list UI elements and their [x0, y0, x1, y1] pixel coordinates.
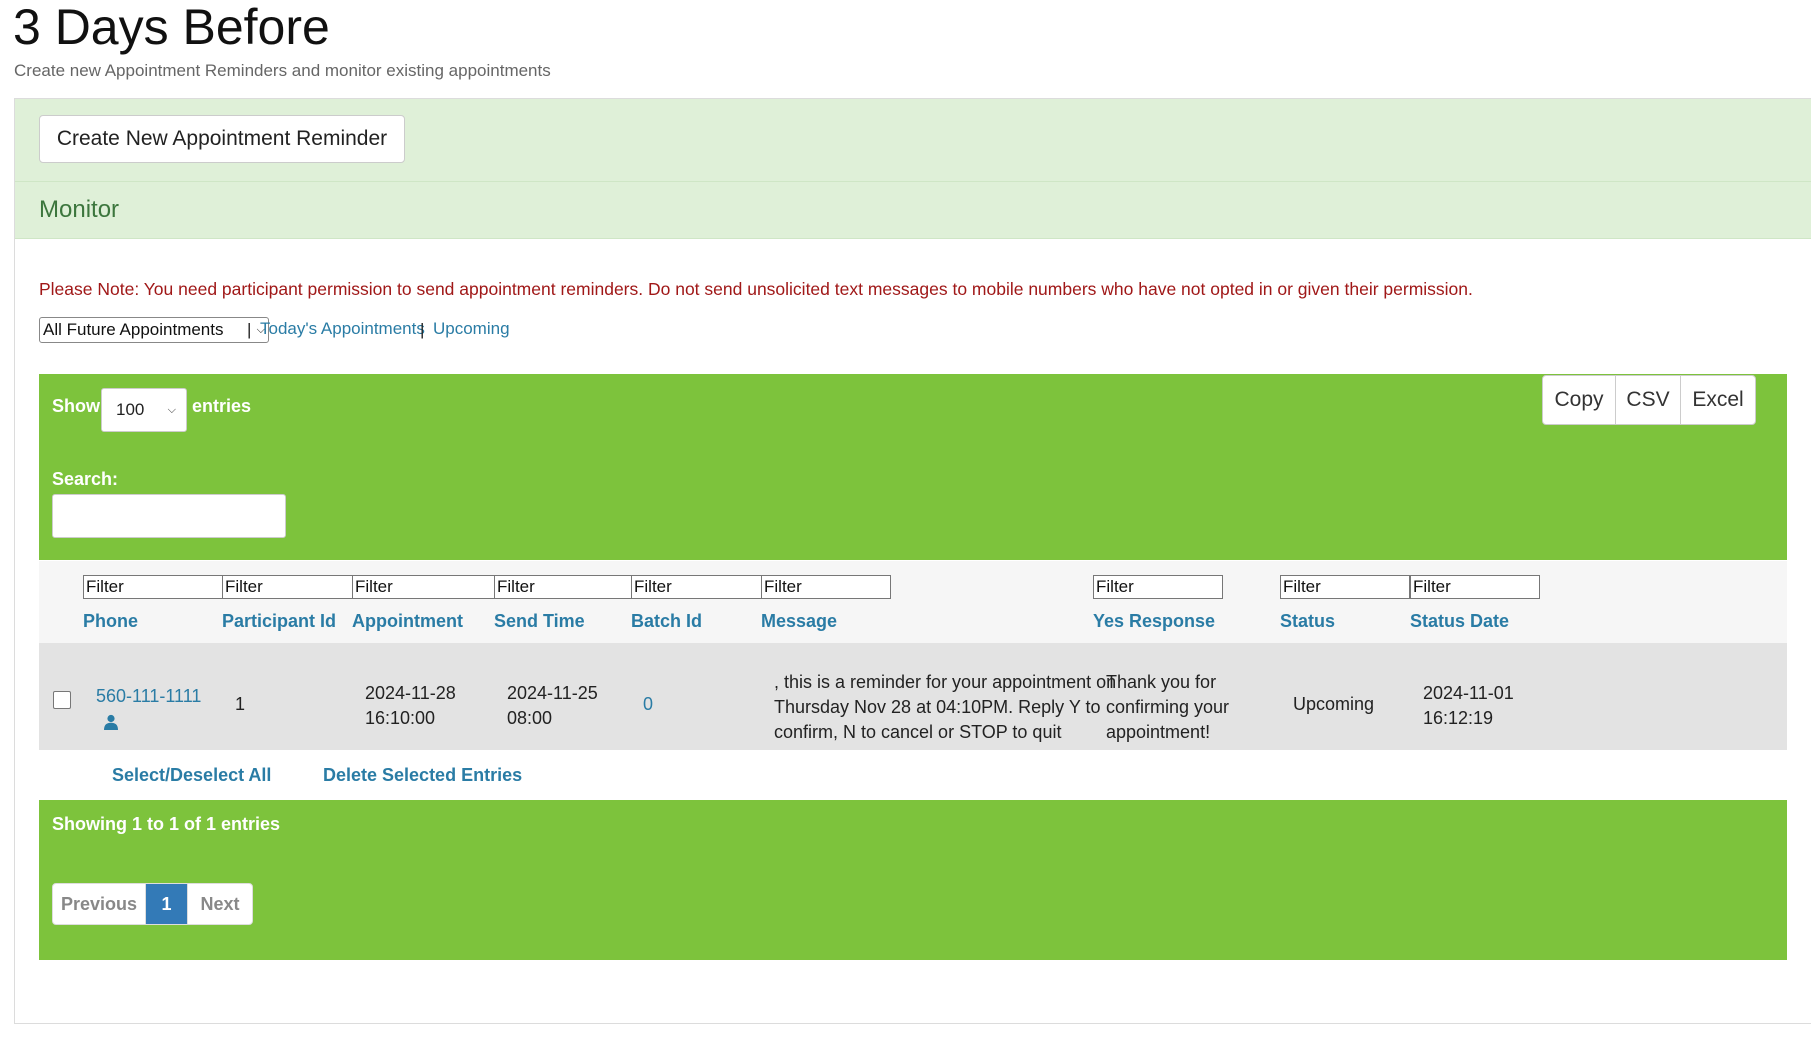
table-controls: Show 100 ⌵ entries Search: Copy CSV Exce…	[39, 374, 1787, 560]
column-header-status[interactable]: Status	[1280, 611, 1335, 632]
todays-appointments-link[interactable]: Today's Appointments	[260, 319, 425, 339]
participant-id-cell: 1	[235, 694, 246, 714]
page-length-value: 100	[116, 400, 145, 419]
message-filter[interactable]	[761, 575, 891, 599]
person-icon[interactable]	[103, 712, 119, 737]
message-line: , this is a reminder for your appointmen…	[774, 672, 1117, 692]
appointment-filter[interactable]	[352, 575, 500, 599]
monitor-heading: Monitor	[15, 182, 1811, 239]
page-length-select[interactable]: 100 ⌵	[101, 388, 187, 432]
link-separator: |	[420, 320, 425, 339]
status-cell: Upcoming	[1293, 694, 1375, 714]
pagination: Previous 1 Next	[52, 883, 253, 925]
column-header-message[interactable]: Message	[761, 611, 837, 632]
table-header: Phone Participant Id Appointment Send Ti…	[39, 561, 1787, 643]
permission-notice: Please Note: You need participant permis…	[39, 279, 1473, 299]
search-input[interactable]	[52, 494, 286, 538]
status-date: 2024-11-01	[1423, 683, 1514, 703]
search-label: Search:	[52, 469, 119, 489]
show-label: Show	[52, 396, 100, 416]
send-time-cell: 2024-11-25 08:00	[507, 681, 598, 731]
export-button-group: Copy CSV Excel	[1542, 375, 1756, 425]
table-row: 560-111-1111 1 2024-11-28 16:10:00 2024-…	[39, 643, 1787, 750]
column-header-status-date[interactable]: Status Date	[1410, 611, 1509, 632]
appointment-range-value: All Future Appointments	[43, 320, 224, 339]
yes-response-line: appointment!	[1106, 722, 1211, 742]
column-header-appointment[interactable]: Appointment	[352, 611, 463, 632]
page-subtitle: Create new Appointment Reminders and mon…	[14, 61, 551, 80]
yes-response-line: Thank you for	[1106, 672, 1217, 692]
monitor-heading-label: Monitor	[39, 196, 120, 223]
status-date-cell: 2024-11-01 16:12:19	[1423, 681, 1514, 731]
send-time: 08:00	[507, 708, 553, 728]
status-date-filter[interactable]	[1410, 575, 1540, 599]
batch-id-cell[interactable]: 0	[643, 692, 653, 717]
row-select-checkbox[interactable]	[53, 691, 71, 709]
page-1-button[interactable]: 1	[146, 884, 188, 924]
chevron-down-icon: ⌵	[167, 403, 176, 416]
entries-label: entries	[192, 396, 252, 416]
table-info: Showing 1 to 1 of 1 entries	[52, 814, 281, 834]
yes-response-cell: Thank you for confirming your appointmen…	[1106, 670, 1229, 745]
table-footer: Showing 1 to 1 of 1 entries Previous 1 N…	[39, 800, 1787, 960]
message-line: Thursday Nov 28 at 04:10PM. Reply Y to	[774, 697, 1101, 717]
yes-response-line: confirming your	[1106, 697, 1230, 717]
column-header-participant-id[interactable]: Participant Id	[222, 611, 336, 632]
delete-selected-link[interactable]: Delete Selected Entries	[323, 765, 522, 786]
appointment-time: 16:10:00	[365, 708, 436, 728]
participant-id-filter[interactable]	[222, 575, 370, 599]
create-reminder-button[interactable]: Create New Appointment Reminder	[39, 115, 405, 163]
reminder-panel: Create New Appointment Reminder Monitor …	[14, 98, 1811, 1024]
select-deselect-all-link[interactable]: Select/Deselect All	[112, 765, 271, 786]
status-filter[interactable]	[1280, 575, 1410, 599]
excel-button[interactable]: Excel	[1681, 376, 1755, 424]
send-time-filter[interactable]	[494, 575, 642, 599]
batch-id-filter[interactable]	[631, 575, 779, 599]
column-header-send-time[interactable]: Send Time	[494, 611, 585, 632]
status-time: 16:12:19	[1423, 708, 1494, 728]
message-line: confirm, N to cancel or STOP to quit	[774, 722, 1062, 742]
phone-filter[interactable]	[83, 575, 231, 599]
next-page-button[interactable]: Next	[188, 884, 252, 924]
appointment-cell: 2024-11-28 16:10:00	[365, 681, 456, 731]
appointment-range-select[interactable]: All Future Appointments ⌵	[39, 317, 269, 343]
upcoming-link[interactable]: Upcoming	[433, 319, 510, 339]
phone-cell: 560-111-1111	[96, 684, 216, 742]
column-header-phone[interactable]: Phone	[83, 611, 138, 632]
appointment-date: 2024-11-28	[365, 683, 456, 703]
link-separator: |	[247, 320, 252, 339]
column-header-batch-id[interactable]: Batch Id	[631, 611, 702, 632]
send-date: 2024-11-25	[507, 683, 598, 703]
page-title: 3 Days Before	[13, 0, 330, 55]
column-header-yes-response[interactable]: Yes Response	[1093, 611, 1215, 632]
message-cell: , this is a reminder for your appointmen…	[774, 670, 1116, 745]
copy-button[interactable]: Copy	[1543, 376, 1616, 424]
phone-link[interactable]: 560-111-1111	[96, 686, 201, 706]
previous-page-button[interactable]: Previous	[53, 884, 146, 924]
csv-button[interactable]: CSV	[1616, 376, 1681, 424]
panel-toolbar: Create New Appointment Reminder	[15, 99, 1811, 182]
yes-response-filter[interactable]	[1093, 575, 1223, 599]
